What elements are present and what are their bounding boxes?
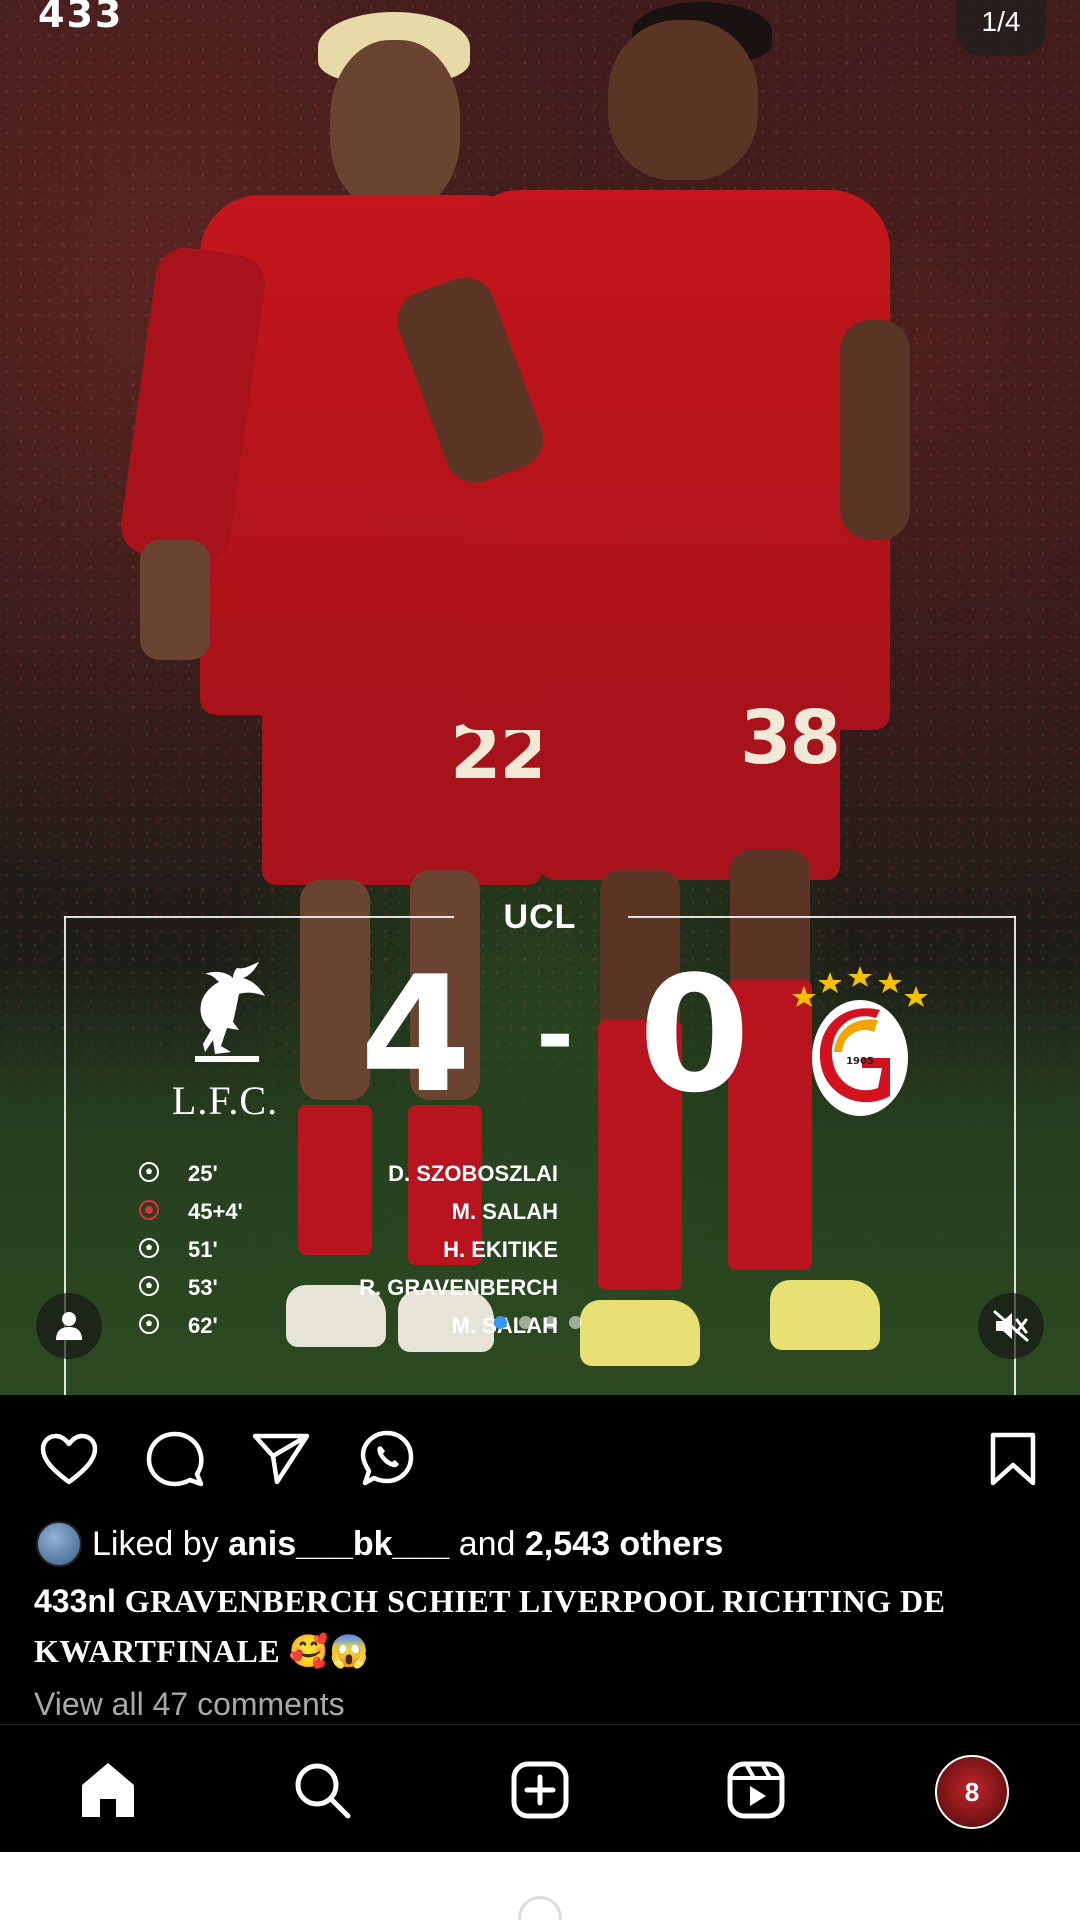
save-button[interactable] bbox=[982, 1428, 1044, 1490]
competition-label: UCL bbox=[503, 898, 577, 936]
carousel-dot bbox=[569, 1316, 582, 1329]
scorer-row: 45+4' M. SALAH bbox=[138, 1193, 558, 1231]
send-icon bbox=[252, 1433, 310, 1485]
profile-avatar: 8 bbox=[935, 1755, 1009, 1829]
likes-prefix: Liked by bbox=[92, 1524, 229, 1563]
scorer-row: 51' H. EKITIKE bbox=[138, 1231, 558, 1269]
comment-icon bbox=[146, 1431, 204, 1487]
like-button[interactable] bbox=[38, 1428, 100, 1490]
goal-scorer: H. EKITIKE bbox=[443, 1237, 558, 1262]
galatasaray-year: 1905 bbox=[846, 1056, 874, 1067]
likes-middle: and bbox=[449, 1524, 525, 1563]
bookmark-icon bbox=[990, 1432, 1036, 1486]
caption-username[interactable]: 433nl bbox=[34, 1583, 116, 1619]
player-number-38: 38 bbox=[740, 695, 841, 781]
galatasaray-crest-icon: 1905 bbox=[792, 966, 928, 1116]
goal-minute: 51' bbox=[188, 1237, 218, 1262]
avatar-number: 8 bbox=[964, 1776, 980, 1807]
caption-text: GRAVENBERCH SCHIET LIVERPOOL RICHTING DE… bbox=[34, 1583, 946, 1669]
create-icon bbox=[511, 1761, 569, 1819]
score-separator: - bbox=[536, 982, 574, 1088]
nav-profile[interactable]: 8 bbox=[932, 1752, 1012, 1832]
lfc-crest-text: L.F.C. bbox=[171, 1078, 279, 1123]
galatasaray-crest: 1905 bbox=[790, 960, 930, 1120]
penalty-ball-icon bbox=[139, 1200, 159, 1220]
slide-counter: 1/4 bbox=[956, 0, 1046, 56]
ball-icon bbox=[139, 1314, 159, 1334]
scorer-row: 53' R. GRAVENBERCH bbox=[138, 1269, 558, 1307]
share-button[interactable] bbox=[250, 1428, 312, 1490]
goal-minute: 62' bbox=[188, 1313, 218, 1338]
liver-bird-icon bbox=[195, 962, 265, 1062]
nav-search[interactable] bbox=[290, 1758, 354, 1822]
home-score: 4 bbox=[360, 941, 472, 1128]
view-comments-link[interactable]: View all 47 comments bbox=[34, 1686, 345, 1723]
speaker-muted-icon bbox=[993, 1310, 1029, 1342]
search-icon bbox=[295, 1763, 351, 1819]
ball-icon bbox=[139, 1238, 159, 1258]
carousel-indicator bbox=[494, 1316, 582, 1329]
likes-summary[interactable]: Liked by anis___bk___ and 2,543 others bbox=[36, 1520, 723, 1568]
comment-button[interactable] bbox=[144, 1428, 206, 1490]
goal-scorer: M. SALAH bbox=[451, 1199, 558, 1224]
goal-minute: 45+4' bbox=[188, 1199, 243, 1224]
away-score: 0 bbox=[638, 941, 750, 1128]
liker-username[interactable]: anis___bk___ bbox=[228, 1525, 449, 1564]
ball-icon bbox=[139, 1276, 159, 1296]
score-display: 4 - 0 bbox=[360, 941, 750, 1128]
goal-minute: 53' bbox=[188, 1275, 218, 1300]
likes-count[interactable]: 2,543 others bbox=[525, 1525, 723, 1564]
home-icon bbox=[82, 1763, 134, 1817]
mute-button[interactable] bbox=[978, 1293, 1044, 1359]
reels-icon bbox=[727, 1761, 785, 1819]
whatsapp-share-button[interactable] bbox=[356, 1428, 418, 1490]
tagged-people-button[interactable] bbox=[36, 1293, 102, 1359]
post-caption: 433nl GRAVENBERCH SCHIET LIVERPOOL RICHT… bbox=[34, 1576, 1044, 1676]
person-icon bbox=[56, 1312, 82, 1340]
goal-scorer: D. SZOBOSZLAI bbox=[388, 1161, 558, 1186]
liverpool-crest: L.F.C. bbox=[170, 960, 280, 1123]
scorer-row: 25' D. SZOBOSZLAI bbox=[138, 1155, 558, 1193]
whatsapp-icon bbox=[360, 1430, 414, 1486]
ball-icon bbox=[139, 1162, 159, 1182]
liker-avatar bbox=[36, 1521, 82, 1567]
brand-logo: 433 bbox=[38, 0, 124, 36]
nav-home[interactable] bbox=[76, 1758, 140, 1822]
nav-create[interactable] bbox=[508, 1758, 572, 1822]
goal-scorer: R. GRAVENBERCH bbox=[359, 1275, 558, 1300]
nav-reels[interactable] bbox=[724, 1758, 788, 1822]
carousel-dot bbox=[494, 1316, 507, 1329]
heart-icon bbox=[40, 1433, 98, 1485]
carousel-dot bbox=[544, 1316, 557, 1329]
goal-minute: 25' bbox=[188, 1161, 218, 1186]
carousel-dot bbox=[519, 1316, 532, 1329]
